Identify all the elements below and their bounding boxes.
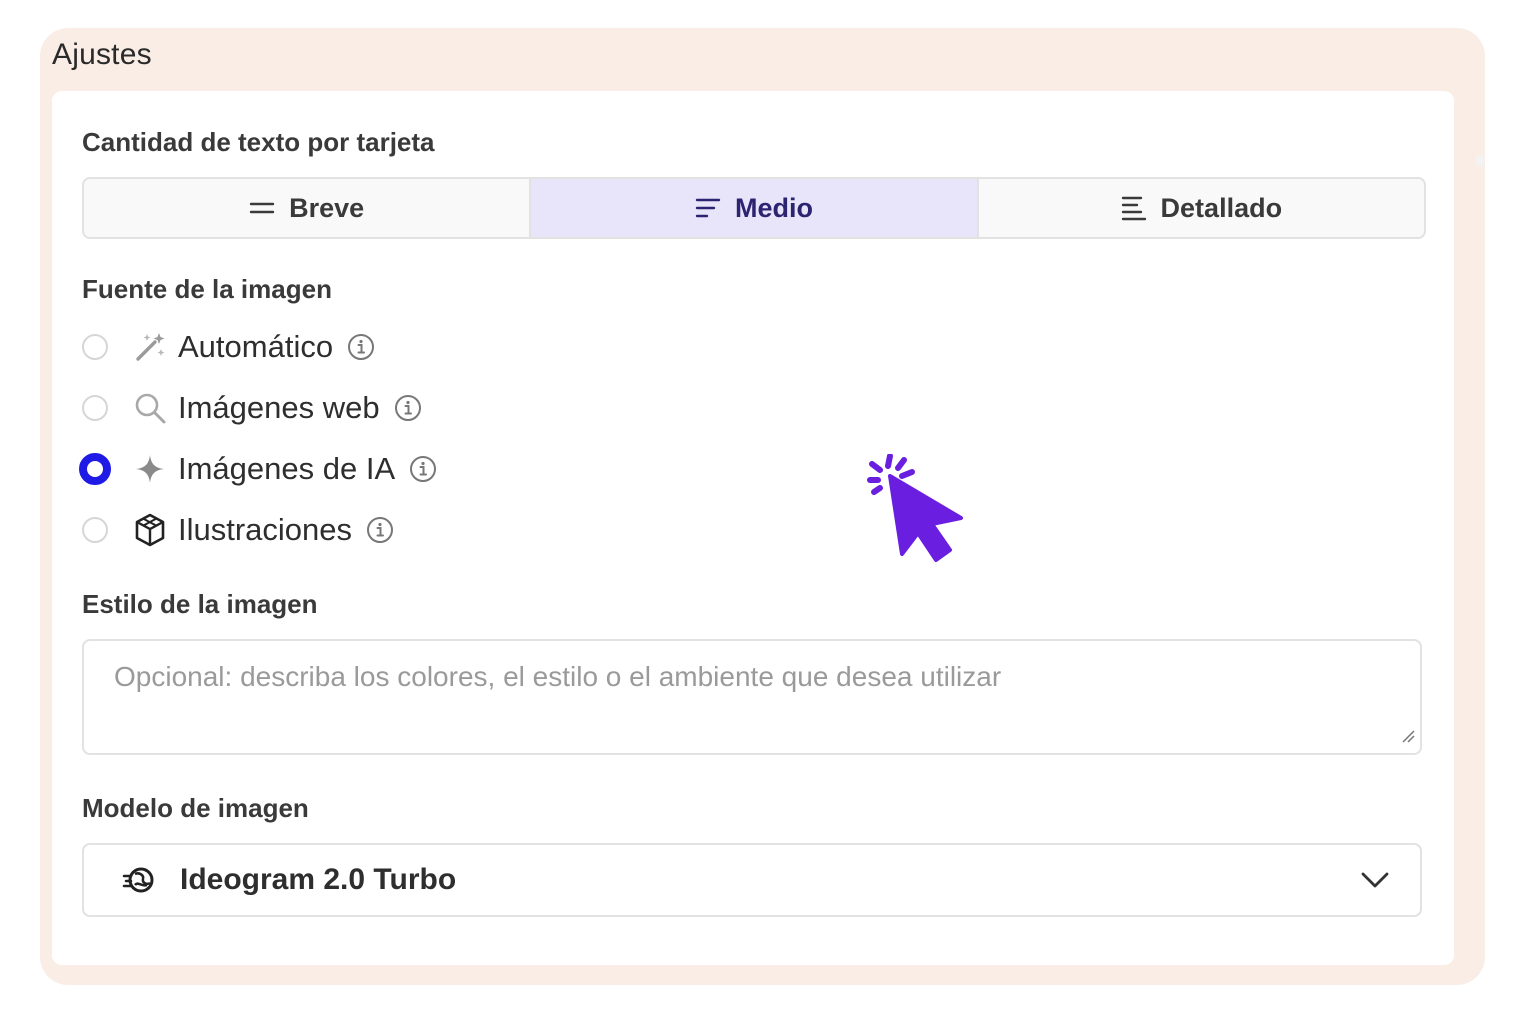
radio-imagenes-web[interactable]: Imágenes web <box>82 386 422 430</box>
ideogram-logo-icon <box>122 863 158 897</box>
info-icon[interactable] <box>394 394 422 422</box>
info-icon[interactable] <box>366 516 394 544</box>
image-model-value: Ideogram 2.0 Turbo <box>180 863 457 896</box>
panel-title: Ajustes <box>52 38 152 71</box>
info-icon[interactable] <box>347 333 375 361</box>
radio-imagenes-ia-label: Imágenes de IA <box>178 451 396 486</box>
image-model-label: Modelo de imagen <box>82 793 309 823</box>
image-style-label: Estilo de la imagen <box>82 589 318 619</box>
radio-button[interactable] <box>82 395 108 421</box>
option-breve[interactable]: Breve <box>84 179 532 237</box>
radio-automatico[interactable]: Automático <box>82 325 375 369</box>
radio-imagenes-web-label: Imágenes web <box>178 390 380 425</box>
resize-handle-icon[interactable] <box>1400 728 1416 749</box>
text-amount-label: Cantidad de texto por tarjeta <box>82 127 435 157</box>
option-medio-label: Medio <box>734 192 813 223</box>
radio-automatico-label: Automático <box>178 329 334 364</box>
search-icon <box>130 391 170 425</box>
click-cursor-icon <box>866 453 966 571</box>
detailed-lines-icon <box>1121 195 1147 221</box>
info-icon[interactable] <box>409 455 437 483</box>
radio-button-checked[interactable] <box>79 453 111 485</box>
radio-button[interactable] <box>82 334 108 360</box>
short-lines-icon <box>249 200 275 216</box>
radio-ilustraciones-label: Ilustraciones <box>178 512 353 547</box>
option-detallado-label: Detallado <box>1160 192 1283 223</box>
settings-panel: Ajustes Cantidad de texto por tarjeta Br… <box>40 28 1485 985</box>
image-style-textarea[interactable] <box>84 641 1420 753</box>
radio-ilustraciones[interactable]: Ilustraciones <box>82 508 394 552</box>
illustration-cube-icon <box>130 513 170 547</box>
magic-wand-icon <box>130 330 170 364</box>
option-detallado[interactable]: Detallado <box>979 179 1424 237</box>
radio-imagenes-ia[interactable]: Imágenes de IA <box>79 447 437 491</box>
option-medio[interactable]: Medio <box>531 179 979 237</box>
text-amount-segmented-control: Breve Medio Detallado <box>82 177 1426 239</box>
image-model-select[interactable]: Ideogram 2.0 Turbo <box>82 843 1422 917</box>
radio-button[interactable] <box>82 517 108 543</box>
image-source-label: Fuente de la imagen <box>82 274 332 304</box>
chevron-down-icon <box>1360 871 1390 889</box>
sparkle-icon <box>130 453 170 485</box>
option-breve-label: Breve <box>289 192 365 223</box>
image-style-field <box>82 639 1422 755</box>
settings-card: Cantidad de texto por tarjeta Breve Medi… <box>52 91 1454 965</box>
scrollbar-thumb[interactable] <box>1476 155 1484 167</box>
medium-lines-icon <box>695 197 721 219</box>
